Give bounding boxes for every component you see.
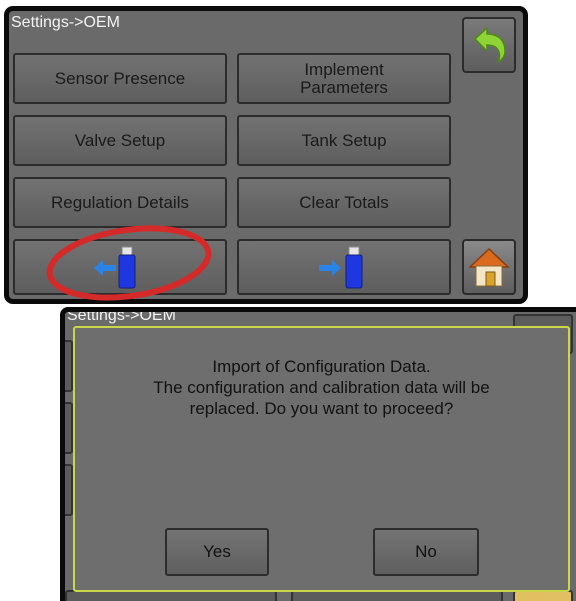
usb-export-icon — [319, 246, 363, 289]
dialog-message: Import of Configuration Data. The config… — [75, 356, 568, 419]
highlight-ellipse — [46, 225, 212, 301]
sensor-presence-label: Sensor Presence — [54, 68, 186, 88]
background-button-left — [65, 464, 73, 516]
implement-parameters-button[interactable]: Implement Parameters — [237, 53, 451, 104]
page-title: Settings->OEM — [67, 307, 176, 324]
oem-settings-screen-dialog: Settings->OEM Import of Configuration Da… — [60, 307, 576, 601]
implement-parameters-label-line1: Implement — [304, 59, 384, 79]
clear-totals-label: Clear Totals — [299, 192, 389, 212]
usb-export-button[interactable] — [237, 239, 451, 295]
sensor-presence-button[interactable]: Sensor Presence — [13, 53, 227, 104]
background-button-left — [65, 340, 73, 392]
tank-setup-label: Tank Setup — [301, 130, 387, 150]
back-arrow-icon — [473, 26, 506, 64]
tank-setup-button[interactable]: Tank Setup — [237, 115, 451, 166]
yes-button[interactable]: Yes — [165, 528, 269, 576]
implement-parameters-label-line2: Parameters — [300, 77, 388, 97]
dialog-message-line1: Import of Configuration Data. — [212, 357, 431, 376]
dialog-message-line2: The configuration and calibration data w… — [153, 378, 490, 397]
regulation-details-label: Regulation Details — [51, 192, 189, 212]
no-button[interactable]: No — [373, 528, 479, 576]
valve-setup-label: Valve Setup — [74, 130, 166, 150]
back-button[interactable] — [462, 17, 516, 73]
home-button[interactable] — [462, 239, 516, 295]
clear-totals-button[interactable]: Clear Totals — [237, 177, 451, 228]
valve-setup-button[interactable]: Valve Setup — [13, 115, 227, 166]
dialog-message-line3: replaced. Do you want to proceed? — [189, 399, 454, 418]
regulation-details-button[interactable]: Regulation Details — [13, 177, 227, 228]
page-title: Settings->OEM — [11, 14, 120, 31]
import-confirmation-dialog: Import of Configuration Data. The config… — [73, 326, 570, 592]
background-button-left — [65, 402, 73, 454]
home-icon — [468, 247, 510, 287]
